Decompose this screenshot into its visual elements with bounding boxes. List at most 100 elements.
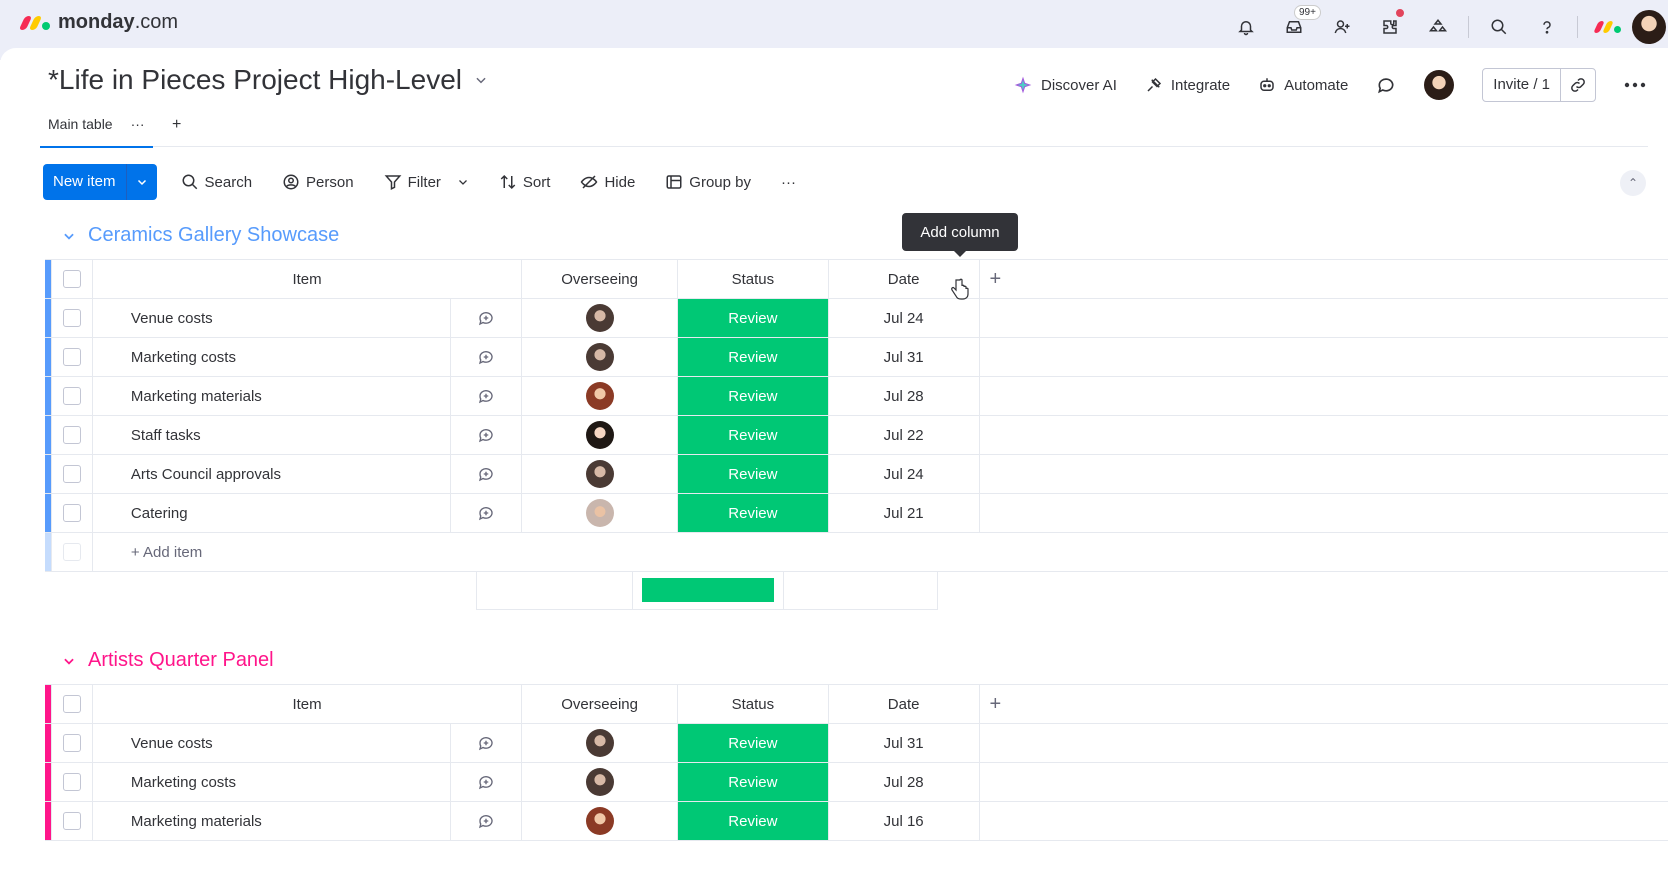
add-item-input[interactable]: + Add item: [92, 532, 1668, 572]
add-column-button[interactable]: +: [979, 259, 1668, 299]
status-cell[interactable]: Review: [677, 298, 829, 338]
column-header-item[interactable]: Item: [92, 684, 523, 724]
add-update-icon[interactable]: [450, 723, 523, 763]
select-all-checkbox[interactable]: [51, 259, 93, 299]
date-cell[interactable]: Jul 16: [828, 801, 980, 841]
item-name[interactable]: Marketing materials: [92, 801, 452, 841]
chevron-down-icon[interactable]: [474, 73, 488, 87]
add-update-icon[interactable]: [450, 298, 523, 338]
search-button[interactable]: Search: [181, 173, 252, 191]
group-title[interactable]: Ceramics Gallery Showcase: [88, 224, 339, 247]
table-row[interactable]: Venue costs Review Jul 31: [45, 723, 1668, 763]
row-checkbox[interactable]: [51, 762, 93, 802]
apps-marketplace-icon[interactable]: [1366, 9, 1414, 41]
updates-comment-icon[interactable]: [1376, 75, 1396, 95]
select-all-checkbox[interactable]: [51, 684, 93, 724]
board-title[interactable]: *Life in Pieces Project High-Level: [48, 64, 488, 96]
table-row[interactable]: Venue costs Review Jul 24: [45, 298, 1668, 338]
copy-link-icon[interactable]: [1560, 69, 1595, 101]
status-cell[interactable]: Review: [677, 801, 829, 841]
group-header[interactable]: Ceramics Gallery Showcase: [62, 224, 339, 247]
status-cell[interactable]: Review: [677, 762, 829, 802]
sort-button[interactable]: Sort: [499, 173, 550, 191]
date-cell[interactable]: Jul 31: [828, 723, 980, 763]
column-header-date[interactable]: Date: [828, 684, 980, 724]
row-checkbox[interactable]: [51, 337, 93, 377]
user-avatar[interactable]: [1632, 10, 1666, 44]
item-name[interactable]: Staff tasks: [92, 415, 452, 455]
help-icon[interactable]: [1523, 13, 1571, 41]
item-name[interactable]: Marketing costs: [92, 337, 452, 377]
date-cell[interactable]: Jul 31: [828, 337, 980, 377]
filter-button[interactable]: Filter: [384, 173, 469, 191]
row-checkbox[interactable]: [51, 415, 93, 455]
collapse-header-icon[interactable]: ⌃: [1620, 170, 1646, 196]
search-icon[interactable]: [1475, 13, 1523, 41]
add-update-icon[interactable]: [450, 415, 523, 455]
column-header-overseeing[interactable]: Overseeing: [521, 259, 679, 299]
table-row[interactable]: Marketing costs Review Jul 28: [45, 762, 1668, 802]
add-update-icon[interactable]: [450, 493, 523, 533]
chevron-down-icon[interactable]: [457, 176, 469, 188]
add-update-icon[interactable]: [450, 801, 523, 841]
table-row[interactable]: Marketing materials Review Jul 16: [45, 801, 1668, 841]
tab-main-table[interactable]: Main table ···: [40, 116, 153, 148]
add-column-button[interactable]: +: [979, 684, 1668, 724]
row-checkbox[interactable]: [51, 493, 93, 533]
table-row[interactable]: Arts Council approvals Review Jul 24: [45, 454, 1668, 494]
chevron-down-icon[interactable]: [125, 164, 157, 200]
row-checkbox[interactable]: [51, 376, 93, 416]
person-cell[interactable]: [521, 723, 679, 763]
date-cell[interactable]: Jul 24: [828, 454, 980, 494]
discover-ai-button[interactable]: Discover AI: [1013, 75, 1117, 95]
person-cell[interactable]: [521, 454, 679, 494]
add-item-row[interactable]: + Add item: [45, 532, 1668, 572]
row-checkbox[interactable]: [51, 298, 93, 338]
add-update-icon[interactable]: [450, 762, 523, 802]
table-row[interactable]: Marketing costs Review Jul 31: [45, 337, 1668, 377]
tab-more-icon[interactable]: ···: [131, 116, 145, 132]
group-header[interactable]: Artists Quarter Panel: [62, 649, 274, 672]
person-cell[interactable]: [521, 801, 679, 841]
column-header-item[interactable]: Item: [92, 259, 523, 299]
status-cell[interactable]: Review: [677, 723, 829, 763]
more-options-icon[interactable]: [1624, 82, 1646, 88]
row-checkbox[interactable]: [51, 723, 93, 763]
chevron-down-icon[interactable]: [62, 654, 76, 668]
column-header-status[interactable]: Status: [677, 684, 829, 724]
integrate-button[interactable]: Integrate: [1145, 76, 1230, 94]
row-checkbox[interactable]: [51, 454, 93, 494]
person-cell[interactable]: [521, 298, 679, 338]
person-filter-button[interactable]: Person: [282, 173, 354, 191]
invite-members-icon[interactable]: [1318, 13, 1366, 41]
status-cell[interactable]: Review: [677, 493, 829, 533]
item-name[interactable]: Venue costs: [92, 723, 452, 763]
person-cell[interactable]: [521, 376, 679, 416]
group-by-button[interactable]: Group by: [665, 173, 751, 191]
column-header-overseeing[interactable]: Overseeing: [521, 684, 679, 724]
table-row[interactable]: Catering Review Jul 21: [45, 493, 1668, 533]
status-cell[interactable]: Review: [677, 337, 829, 377]
automate-button[interactable]: Automate: [1258, 76, 1348, 94]
date-cell[interactable]: Jul 21: [828, 493, 980, 533]
new-item-button[interactable]: New item: [43, 164, 157, 200]
hide-button[interactable]: Hide: [580, 173, 635, 191]
status-cell[interactable]: Review: [677, 415, 829, 455]
person-cell[interactable]: [521, 493, 679, 533]
invite-button[interactable]: Invite / 1: [1482, 68, 1596, 102]
date-cell[interactable]: Jul 28: [828, 376, 980, 416]
chevron-down-icon[interactable]: [62, 229, 76, 243]
item-name[interactable]: Catering: [92, 493, 452, 533]
date-cell[interactable]: Jul 22: [828, 415, 980, 455]
more-toolbar-icon[interactable]: ···: [781, 174, 796, 191]
product-switcher-icon[interactable]: [1584, 13, 1632, 41]
person-cell[interactable]: [521, 415, 679, 455]
item-name[interactable]: Arts Council approvals: [92, 454, 452, 494]
add-update-icon[interactable]: [450, 454, 523, 494]
group-title[interactable]: Artists Quarter Panel: [88, 649, 274, 672]
table-row[interactable]: Marketing materials Review Jul 28: [45, 376, 1668, 416]
monday-logo[interactable]: monday.com: [18, 11, 178, 34]
add-update-icon[interactable]: [450, 376, 523, 416]
board-member-avatar[interactable]: [1424, 70, 1455, 100]
date-cell[interactable]: Jul 28: [828, 762, 980, 802]
